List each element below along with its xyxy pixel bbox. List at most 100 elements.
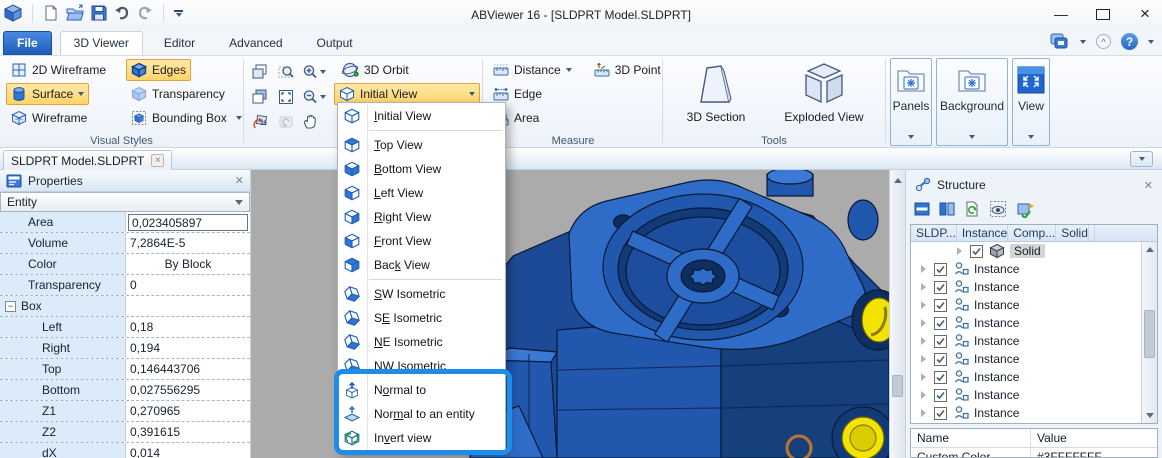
checkbox-checked-icon[interactable] bbox=[934, 407, 947, 420]
tree-row[interactable]: Instance bbox=[911, 404, 1157, 422]
menu-item[interactable]: Invert view bbox=[338, 426, 505, 450]
menu-item[interactable]: SW Isometric bbox=[338, 282, 505, 306]
tree-scroll-down-icon[interactable] bbox=[1146, 413, 1154, 418]
tree-scroll-thumb[interactable] bbox=[1144, 310, 1155, 358]
property-row[interactable]: −Z2 0,391615 bbox=[0, 422, 250, 443]
view-button[interactable]: View bbox=[1012, 58, 1050, 146]
style-switcher-arrow-icon[interactable] bbox=[1080, 40, 1086, 44]
tree-row[interactable]: Instance bbox=[911, 350, 1157, 368]
property-row[interactable]: −Top 0,146443706 bbox=[0, 359, 250, 380]
refresh-structure-button[interactable] bbox=[964, 201, 980, 217]
expander-icon[interactable] bbox=[921, 301, 926, 309]
checkbox-checked-icon[interactable] bbox=[970, 245, 983, 258]
checkbox-checked-icon[interactable] bbox=[934, 281, 947, 294]
menu-item[interactable]: Normal to an entity bbox=[338, 402, 505, 426]
menu-item[interactable]: Right View bbox=[338, 205, 505, 229]
maximize-button[interactable] bbox=[1096, 9, 1110, 20]
transparency-button[interactable]: Transparency bbox=[126, 83, 230, 105]
expander-icon[interactable] bbox=[921, 319, 926, 327]
menu-item[interactable]: Front View bbox=[338, 229, 505, 253]
view-combo-arrow-icon[interactable] bbox=[469, 92, 475, 96]
view-paste-button[interactable] bbox=[252, 84, 278, 109]
checkbox-checked-icon[interactable] bbox=[934, 263, 947, 276]
background-button[interactable]: Background bbox=[936, 58, 1008, 146]
expander-icon[interactable] bbox=[921, 265, 926, 273]
previous-view-button[interactable] bbox=[278, 109, 302, 134]
expander-icon[interactable] bbox=[921, 373, 926, 381]
checkbox-checked-icon[interactable] bbox=[934, 299, 947, 312]
expander-icon[interactable] bbox=[921, 409, 926, 417]
menu-item[interactable]: NW Isometric bbox=[338, 354, 505, 378]
pan-button[interactable] bbox=[302, 109, 336, 134]
zoom-in-button[interactable] bbox=[302, 59, 336, 84]
box-collapse-icon[interactable]: − bbox=[5, 301, 16, 312]
export-selected-button[interactable] bbox=[1016, 200, 1034, 218]
checkbox-checked-icon[interactable] bbox=[934, 353, 947, 366]
surface-button[interactable]: Surface bbox=[6, 83, 89, 105]
checkbox-checked-icon[interactable] bbox=[934, 335, 947, 348]
document-tab[interactable]: SLDPRT Model.SLDPRT × bbox=[3, 150, 172, 170]
help-button[interactable]: ? bbox=[1121, 33, 1138, 50]
distance-dropdown-arrow-icon[interactable] bbox=[566, 68, 572, 72]
name-column-header[interactable]: Name bbox=[911, 429, 1031, 447]
2d-wireframe-button[interactable]: 2D Wireframe bbox=[6, 59, 111, 81]
panels-button[interactable]: Panels bbox=[890, 58, 932, 146]
menu-item[interactable]: Bottom View bbox=[338, 157, 505, 181]
expander-icon[interactable] bbox=[921, 283, 926, 291]
zoom-out-arrow-icon[interactable] bbox=[320, 95, 326, 99]
exploded-view-button[interactable]: Exploded View bbox=[776, 58, 872, 132]
wireframe-button[interactable]: Wireframe bbox=[6, 107, 92, 129]
layout-rows-button[interactable] bbox=[914, 201, 930, 217]
property-row[interactable]: −Area 0,023405897 bbox=[0, 212, 250, 233]
expander-icon[interactable] bbox=[921, 391, 926, 399]
tree-column-header[interactable]: Solid bbox=[1056, 225, 1089, 241]
property-row[interactable]: −Z1 0,270965 bbox=[0, 401, 250, 422]
tab-list-button[interactable] bbox=[1130, 151, 1153, 167]
property-row[interactable]: −Box bbox=[0, 296, 250, 317]
ribbon-tab[interactable]: 3D Viewer bbox=[60, 31, 143, 55]
measure-3d-point-button[interactable]: 3D Point bbox=[589, 59, 666, 81]
3d-section-button[interactable]: 3D Section bbox=[668, 58, 764, 132]
ribbon-tab[interactable]: File bbox=[3, 31, 52, 55]
panels-dropdown-arrow-icon[interactable] bbox=[908, 135, 914, 139]
menu-item[interactable]: Initial View bbox=[338, 104, 505, 128]
zoom-extents-button[interactable] bbox=[278, 84, 302, 109]
checkbox-checked-icon[interactable] bbox=[934, 389, 947, 402]
property-row[interactable]: −Color By Block bbox=[0, 254, 250, 275]
property-row[interactable]: −Left 0,18 bbox=[0, 317, 250, 338]
property-row[interactable]: −Volume 7,2864E-5 bbox=[0, 233, 250, 254]
minimize-button[interactable]: — bbox=[1054, 7, 1068, 21]
property-row[interactable]: −Transparency 0 bbox=[0, 275, 250, 296]
tree-row[interactable]: Instance bbox=[911, 332, 1157, 350]
tree-column-header[interactable]: Comp... bbox=[1008, 225, 1056, 241]
tree-row[interactable]: Instance bbox=[911, 386, 1157, 404]
properties-close-icon[interactable]: ✕ bbox=[235, 174, 244, 187]
entity-combobox[interactable]: Entity bbox=[0, 192, 250, 212]
scroll-thumb[interactable] bbox=[892, 375, 903, 397]
rotate-35-button[interactable]: 35 bbox=[252, 109, 278, 134]
layout-columns-button[interactable] bbox=[939, 201, 955, 217]
checkbox-checked-icon[interactable] bbox=[934, 371, 947, 384]
tree-column-header[interactable] bbox=[1089, 225, 1095, 241]
edges-button[interactable]: Edges bbox=[126, 59, 191, 81]
tree-row[interactable]: Solid bbox=[911, 242, 1157, 260]
menu-item[interactable]: SE Isometric bbox=[338, 306, 505, 330]
tree-scrollbar[interactable] bbox=[1141, 242, 1157, 423]
document-close-icon[interactable]: × bbox=[151, 154, 164, 167]
tree-row[interactable]: Instance bbox=[911, 368, 1157, 386]
tree-row[interactable]: Instance bbox=[911, 314, 1157, 332]
menu-item[interactable]: Top View bbox=[338, 133, 505, 157]
menu-item[interactable]: Normal to bbox=[338, 378, 505, 402]
zoom-in-arrow-icon[interactable] bbox=[320, 70, 326, 74]
menu-item[interactable]: Left View bbox=[338, 181, 505, 205]
view-copy-button[interactable] bbox=[252, 59, 278, 84]
expander-icon[interactable] bbox=[957, 247, 962, 255]
collapse-ribbon-button[interactable]: ^ bbox=[1096, 34, 1111, 49]
name-value-row[interactable]: Custom Color #3FFFFFFF bbox=[911, 448, 1157, 458]
tree-column-header[interactable]: Instance bbox=[957, 225, 1008, 241]
property-row[interactable]: −Right 0,194 bbox=[0, 338, 250, 359]
view-dropdown-arrow-icon[interactable] bbox=[1028, 135, 1034, 139]
tree-row[interactable]: Instance bbox=[911, 278, 1157, 296]
ribbon-tab[interactable]: Advanced bbox=[216, 31, 295, 55]
menu-item[interactable]: NE Isometric bbox=[338, 330, 505, 354]
